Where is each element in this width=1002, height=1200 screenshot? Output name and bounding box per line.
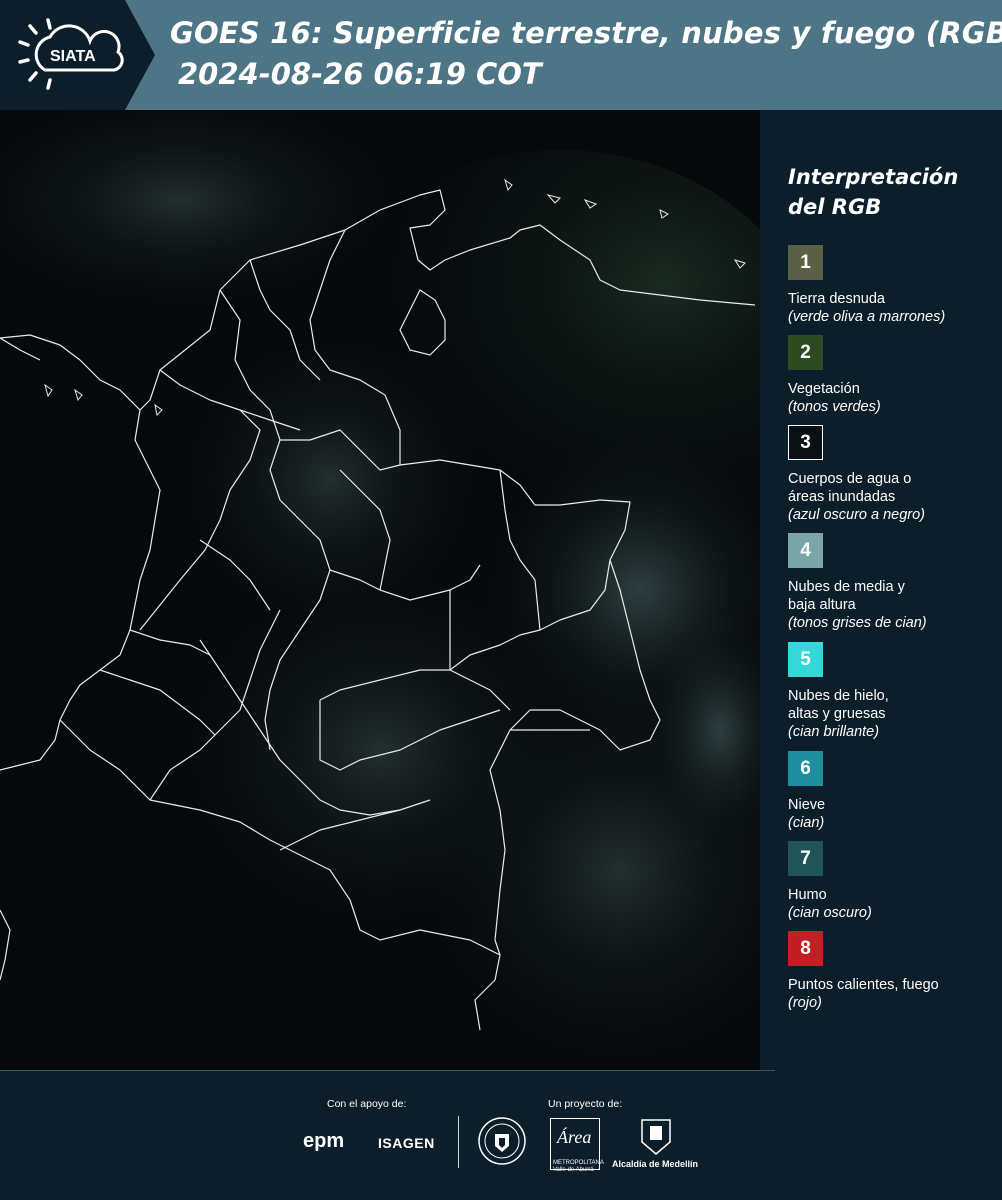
legend-swatch: 6 <box>788 751 823 786</box>
legend-item-desc: (cian) <box>788 815 825 831</box>
legend-item-label: Nubes de media y baja altura <box>788 579 905 613</box>
legend-swatch: 4 <box>788 533 823 568</box>
legend-item-vegetation: 2 Vegetación (tonos verdes) <box>788 335 998 416</box>
footer: Con el apoyo de: Un proyecto de: epm ISA… <box>0 1070 1002 1200</box>
footer-vertical-divider <box>458 1116 459 1168</box>
legend-item-ice-clouds: 5 Nubes de hielo, altas y gruesas (cian … <box>788 642 998 741</box>
legend-swatch: 2 <box>788 335 823 370</box>
legend-swatch: 7 <box>788 841 823 876</box>
legend-item-fire: 8 Puntos calientes, fuego (rojo) <box>788 931 998 1012</box>
legend-item-bare-land: 1 Tierra desnuda (verde oliva a marrones… <box>788 245 998 326</box>
page-title: GOES 16: Superficie terrestre, nubes y f… <box>170 16 1002 50</box>
legend-item-desc: (cian brillante) <box>788 724 880 740</box>
legend-item-snow: 6 Nieve (cian) <box>788 751 998 832</box>
legend-item-smoke: 7 Humo (cian oscuro) <box>788 841 998 922</box>
legend-swatch: 1 <box>788 245 823 280</box>
legend-item-desc: (cian oscuro) <box>788 905 872 921</box>
siata-logo-text: SIATA <box>50 48 96 65</box>
alcaldia-label: Alcaldía de Medellín <box>612 1159 699 1169</box>
legend-item-desc: (tonos grises de cian) <box>788 615 927 631</box>
siata-logo: SIATA <box>0 0 155 110</box>
legend-item-mid-low-clouds: 4 Nubes de media y baja altura (tonos gr… <box>788 533 998 632</box>
legend-item-label: Cuerpos de agua o áreas inundadas <box>788 471 912 505</box>
legend-item-label: Tierra desnuda <box>788 291 885 307</box>
legend-item-label: Humo <box>788 887 827 903</box>
legend-item-label: Vegetación <box>788 381 860 397</box>
legend-item-desc: (verde oliva a marrones) <box>788 309 946 325</box>
footer-divider-line <box>0 1070 775 1071</box>
support-label: Con el apoyo de: <box>327 1098 407 1110</box>
header-bar: SIATA GOES 16: Superficie terrestre, nub… <box>0 0 1002 110</box>
legend-swatch: 5 <box>788 642 823 677</box>
epm-logo: epm <box>303 1130 345 1152</box>
legend-item-label: Nieve <box>788 797 826 813</box>
legend-panel: Interpretación del RGB 1 Tierra desnuda … <box>760 110 1002 1070</box>
legend-item-desc: (azul oscuro a negro) <box>788 507 926 523</box>
area-logo-subtitle: METROPOLITANA Valle de Aburrá <box>553 1160 604 1173</box>
legend-item-desc: (tonos verdes) <box>788 399 881 415</box>
area-logo-name: Área <box>557 1127 592 1147</box>
satellite-map <box>0 110 760 1070</box>
legend-swatch: 8 <box>788 931 823 966</box>
legend-item-desc: (rojo) <box>788 995 822 1011</box>
university-seal-logo <box>478 1117 526 1165</box>
alcaldia-shield-logo <box>641 1119 671 1155</box>
legend-item-label: Puntos calientes, fuego <box>788 977 939 993</box>
isagen-logo: ISAGEN <box>378 1135 435 1151</box>
legend-item-water: 3 Cuerpos de agua o áreas inundadas (azu… <box>788 425 998 524</box>
legend-title: Interpretación del RGB <box>788 165 959 219</box>
project-label: Un proyecto de: <box>548 1098 623 1110</box>
timestamp: 2024-08-26 06:19 COT <box>178 57 542 91</box>
legend-swatch: 3 <box>788 425 823 460</box>
legend-item-label: Nubes de hielo, altas y gruesas <box>788 688 889 722</box>
